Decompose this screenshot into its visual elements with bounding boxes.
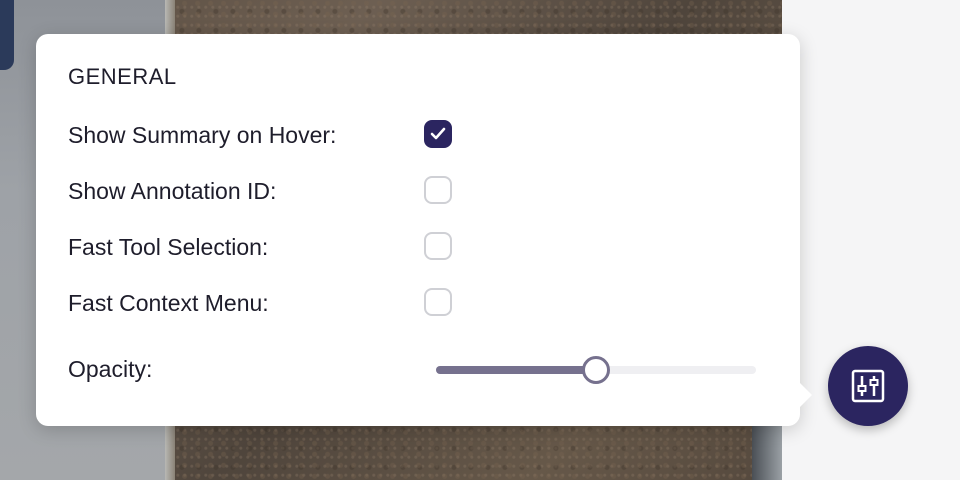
opacity-slider[interactable] <box>436 356 756 384</box>
fast-context-menu-checkbox[interactable] <box>424 288 452 316</box>
show-summary-checkbox[interactable] <box>424 120 452 148</box>
sliders-icon <box>851 369 885 403</box>
settings-button[interactable] <box>828 346 908 426</box>
popover-arrow <box>800 383 812 407</box>
option-label-show-summary: Show Summary on Hover: <box>68 122 337 148</box>
slider-fill <box>436 366 596 374</box>
section-title-general: GENERAL <box>68 64 177 89</box>
opacity-label: Opacity: <box>68 356 153 382</box>
post-object <box>752 420 782 480</box>
checkmark-icon <box>430 127 446 140</box>
fast-tool-selection-checkbox[interactable] <box>424 232 452 260</box>
option-label-fast-context: Fast Context Menu: <box>68 290 269 316</box>
settings-popover: GENERAL Show Summary on Hover: Show Anno… <box>36 34 800 426</box>
option-label-annotation-id: Show Annotation ID: <box>68 178 277 204</box>
slider-thumb[interactable] <box>582 356 610 384</box>
show-annotation-id-checkbox[interactable] <box>424 176 452 204</box>
option-label-fast-tool: Fast Tool Selection: <box>68 234 269 260</box>
vehicle-edge <box>0 0 14 70</box>
